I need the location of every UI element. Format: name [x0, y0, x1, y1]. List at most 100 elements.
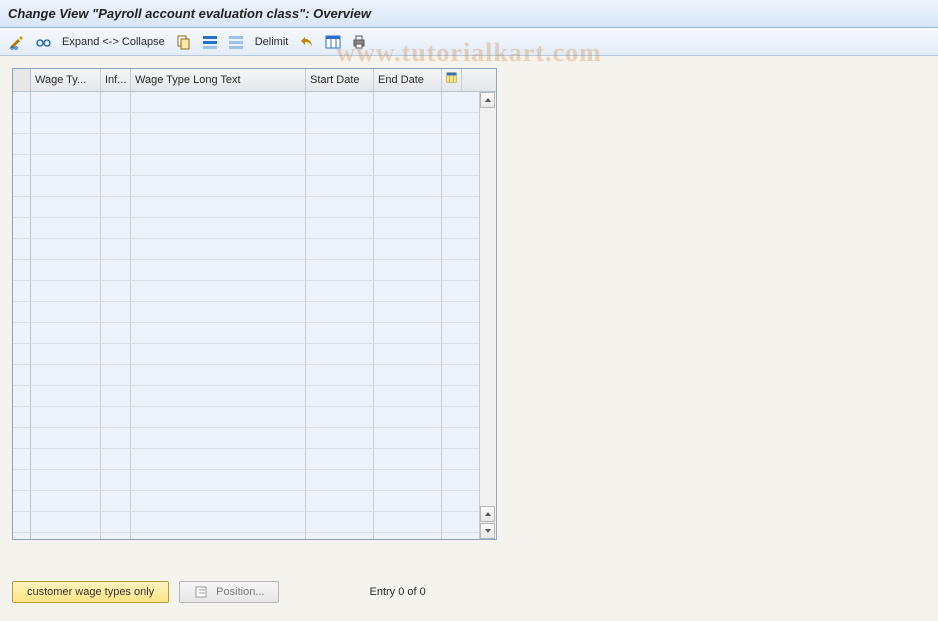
- col-header-wage-type[interactable]: Wage Ty...: [31, 69, 101, 91]
- print-button[interactable]: [348, 32, 370, 52]
- cell-inf[interactable]: [101, 470, 131, 490]
- cell-end-date[interactable]: [374, 302, 442, 322]
- cell-start-date[interactable]: [306, 281, 374, 301]
- cell-wage-type[interactable]: [31, 155, 101, 175]
- cell-inf[interactable]: [101, 260, 131, 280]
- other-view-button[interactable]: [32, 32, 54, 52]
- cell-end-date[interactable]: [374, 323, 442, 343]
- cell-end-date[interactable]: [374, 407, 442, 427]
- cell-start-date[interactable]: [306, 176, 374, 196]
- customer-wage-types-button[interactable]: customer wage types only: [12, 581, 169, 603]
- table-row[interactable]: [13, 218, 479, 239]
- cell-wage-type[interactable]: [31, 407, 101, 427]
- table-row[interactable]: [13, 491, 479, 512]
- cell-long-text[interactable]: [131, 134, 306, 154]
- grid-config-button[interactable]: [442, 69, 462, 91]
- cell-inf[interactable]: [101, 281, 131, 301]
- cell-end-date[interactable]: [374, 113, 442, 133]
- cell-inf[interactable]: [101, 491, 131, 511]
- cell-long-text[interactable]: [131, 302, 306, 322]
- cell-wage-type[interactable]: [31, 449, 101, 469]
- table-row[interactable]: [13, 302, 479, 323]
- cell-end-date[interactable]: [374, 134, 442, 154]
- cell-end-date[interactable]: [374, 449, 442, 469]
- cell-start-date[interactable]: [306, 512, 374, 532]
- table-row[interactable]: [13, 533, 479, 539]
- cell-end-date[interactable]: [374, 428, 442, 448]
- cell-inf[interactable]: [101, 344, 131, 364]
- col-header-inf[interactable]: Inf...: [101, 69, 131, 91]
- col-header-start-date[interactable]: Start Date: [306, 69, 374, 91]
- cell-long-text[interactable]: [131, 344, 306, 364]
- cell-wage-type[interactable]: [31, 281, 101, 301]
- cell-inf[interactable]: [101, 218, 131, 238]
- table-row[interactable]: [13, 470, 479, 491]
- cell-start-date[interactable]: [306, 260, 374, 280]
- cell-start-date[interactable]: [306, 92, 374, 112]
- cell-wage-type[interactable]: [31, 197, 101, 217]
- scroll-down-one-button[interactable]: [480, 506, 495, 522]
- cell-wage-type[interactable]: [31, 323, 101, 343]
- cell-end-date[interactable]: [374, 533, 442, 539]
- table-row[interactable]: [13, 449, 479, 470]
- cell-end-date[interactable]: [374, 386, 442, 406]
- cell-wage-type[interactable]: [31, 218, 101, 238]
- table-row[interactable]: [13, 260, 479, 281]
- cell-long-text[interactable]: [131, 386, 306, 406]
- table-row[interactable]: [13, 407, 479, 428]
- table-row[interactable]: [13, 239, 479, 260]
- cell-inf[interactable]: [101, 449, 131, 469]
- row-selector[interactable]: [13, 428, 31, 448]
- cell-long-text[interactable]: [131, 428, 306, 448]
- row-selector[interactable]: [13, 512, 31, 532]
- cell-inf[interactable]: [101, 176, 131, 196]
- cell-wage-type[interactable]: [31, 260, 101, 280]
- row-selector[interactable]: [13, 344, 31, 364]
- table-row[interactable]: [13, 197, 479, 218]
- undo-button[interactable]: [296, 32, 318, 52]
- row-selector[interactable]: [13, 281, 31, 301]
- cell-start-date[interactable]: [306, 344, 374, 364]
- cell-inf[interactable]: [101, 533, 131, 539]
- cell-long-text[interactable]: [131, 113, 306, 133]
- deselect-all-button[interactable]: [225, 32, 247, 52]
- row-selector[interactable]: [13, 155, 31, 175]
- table-settings-button[interactable]: [322, 32, 344, 52]
- table-row[interactable]: [13, 512, 479, 533]
- table-row[interactable]: [13, 323, 479, 344]
- table-row[interactable]: [13, 344, 479, 365]
- cell-end-date[interactable]: [374, 260, 442, 280]
- row-selector[interactable]: [13, 323, 31, 343]
- cell-inf[interactable]: [101, 386, 131, 406]
- cell-wage-type[interactable]: [31, 512, 101, 532]
- cell-long-text[interactable]: [131, 176, 306, 196]
- expand-collapse-button[interactable]: Expand <-> Collapse: [58, 36, 169, 48]
- cell-long-text[interactable]: [131, 449, 306, 469]
- cell-start-date[interactable]: [306, 386, 374, 406]
- table-row[interactable]: [13, 155, 479, 176]
- row-selector[interactable]: [13, 302, 31, 322]
- cell-end-date[interactable]: [374, 512, 442, 532]
- scroll-up-button[interactable]: [480, 92, 495, 108]
- cell-start-date[interactable]: [306, 323, 374, 343]
- cell-start-date[interactable]: [306, 239, 374, 259]
- row-selector[interactable]: [13, 113, 31, 133]
- table-row[interactable]: [13, 281, 479, 302]
- cell-start-date[interactable]: [306, 470, 374, 490]
- cell-end-date[interactable]: [374, 470, 442, 490]
- table-row[interactable]: [13, 365, 479, 386]
- cell-long-text[interactable]: [131, 155, 306, 175]
- cell-end-date[interactable]: [374, 239, 442, 259]
- cell-end-date[interactable]: [374, 197, 442, 217]
- row-selector[interactable]: [13, 449, 31, 469]
- cell-end-date[interactable]: [374, 365, 442, 385]
- cell-start-date[interactable]: [306, 407, 374, 427]
- cell-end-date[interactable]: [374, 218, 442, 238]
- row-selector[interactable]: [13, 92, 31, 112]
- cell-long-text[interactable]: [131, 260, 306, 280]
- cell-long-text[interactable]: [131, 512, 306, 532]
- cell-long-text[interactable]: [131, 533, 306, 539]
- cell-wage-type[interactable]: [31, 491, 101, 511]
- cell-end-date[interactable]: [374, 281, 442, 301]
- cell-long-text[interactable]: [131, 470, 306, 490]
